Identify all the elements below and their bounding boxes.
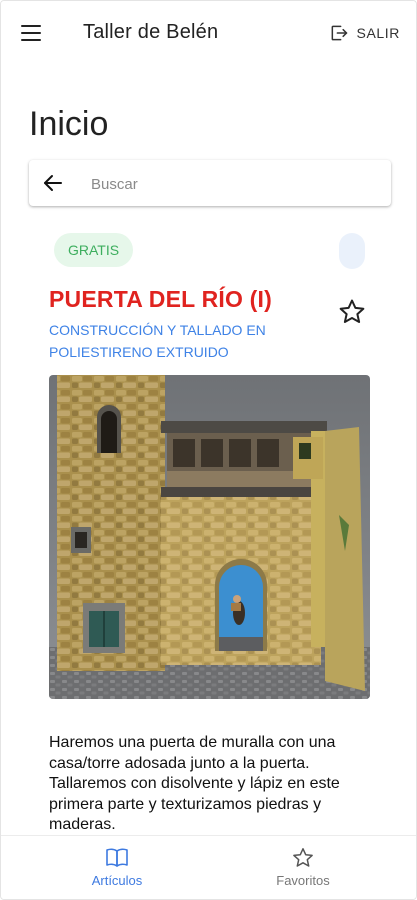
- logout-label: SALIR: [356, 25, 400, 41]
- search-input[interactable]: [89, 168, 383, 200]
- nav-item-favorites[interactable]: Favoritos: [243, 844, 363, 894]
- nav-item-articles[interactable]: Artículos: [57, 844, 177, 894]
- nav-label-favorites: Favoritos: [276, 873, 330, 888]
- app-bar: Taller de Belén SALIR: [1, 1, 416, 65]
- app-title: Taller de Belén: [83, 21, 219, 43]
- bottom-navigation: Artículos Favoritos: [1, 835, 416, 899]
- arrow-left-icon[interactable]: [41, 171, 65, 195]
- favorite-star-icon[interactable]: [337, 297, 367, 327]
- app-screen: Taller de Belén SALIR Inicio GRATIS PUER…: [0, 0, 417, 900]
- free-badge: GRATIS: [54, 233, 134, 267]
- page-title: Inicio: [29, 105, 109, 143]
- hamburger-menu-icon[interactable]: [21, 23, 45, 43]
- logout-button[interactable]: SALIR: [329, 23, 400, 43]
- status-indicator: [339, 233, 365, 269]
- article-description: Haremos una puerta de muralla con una ca…: [49, 734, 340, 833]
- diorama-illustration: [49, 375, 370, 699]
- nav-label-articles: Artículos: [91, 873, 143, 888]
- book-icon: [106, 848, 128, 867]
- star-outline-icon: [293, 848, 313, 867]
- article-image[interactable]: [49, 375, 370, 699]
- search-bar: [29, 160, 391, 206]
- article-subtitle: CONSTRUCCIÓN Y TALLADO EN POLIESTIRENO E…: [49, 322, 266, 360]
- article-title[interactable]: PUERTA DEL RÍO (I): [49, 286, 272, 313]
- logout-icon: [331, 25, 347, 41]
